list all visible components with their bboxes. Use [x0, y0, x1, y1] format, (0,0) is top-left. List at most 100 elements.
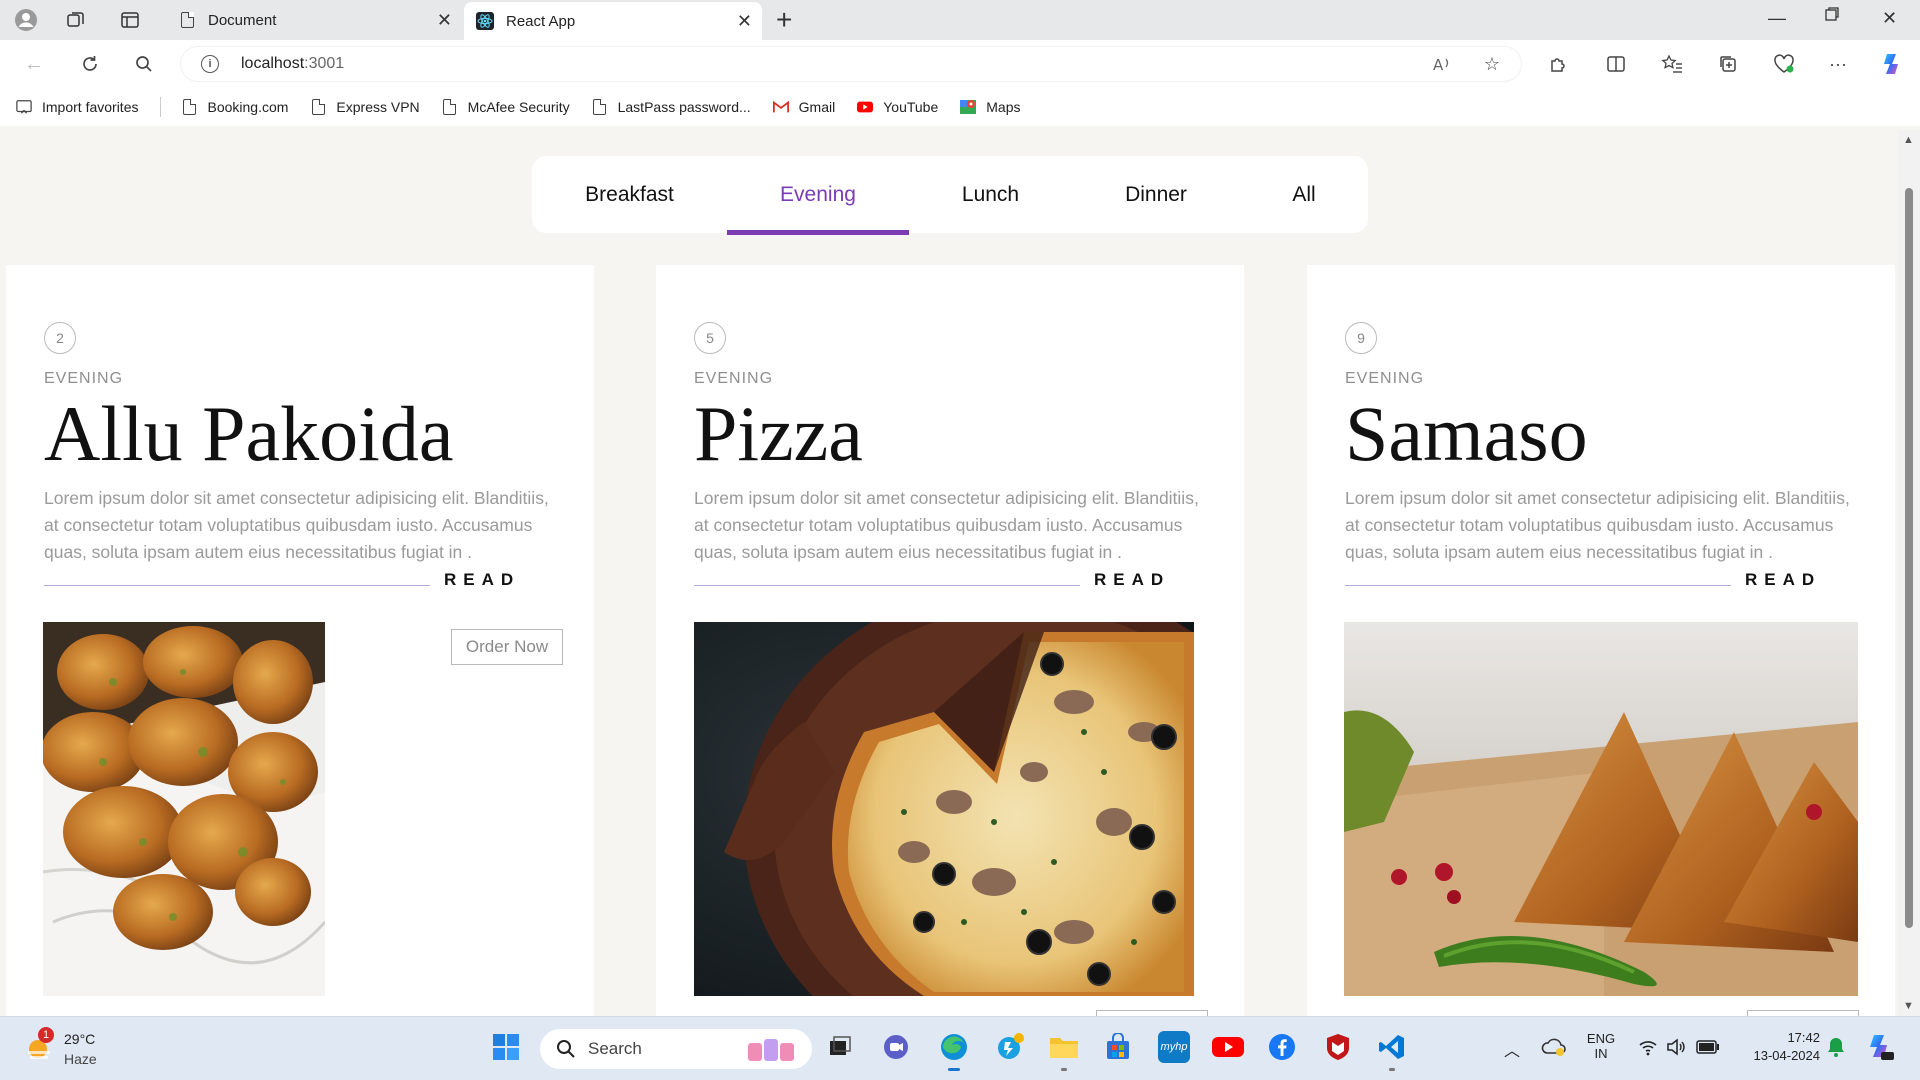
item-title: Allu Pakoida: [44, 390, 454, 477]
facebook-icon[interactable]: [1266, 1031, 1298, 1063]
weather-badge: 1: [38, 1027, 54, 1043]
favorites-icon[interactable]: [1658, 50, 1686, 78]
fav-label: Import favorites: [42, 99, 139, 115]
running-indicator: [1061, 1068, 1067, 1071]
weather-icon[interactable]: 1: [24, 1027, 56, 1063]
order-now-button[interactable]: Order Now: [451, 629, 563, 665]
youtube-taskbar-icon[interactable]: [1212, 1031, 1244, 1063]
onedrive-icon[interactable]: [1538, 1031, 1570, 1063]
clock[interactable]: 17:42 13-04-2024: [1744, 1030, 1821, 1063]
fav-import-favorites[interactable]: Import favorites: [16, 98, 138, 116]
url-field[interactable]: i localhost:3001: [180, 46, 1522, 82]
copilot-preview-icon[interactable]: [1864, 1031, 1896, 1063]
menu-item-evening[interactable]: Evening: [727, 156, 909, 235]
minimize-icon[interactable]: —: [1768, 8, 1786, 29]
browser-essentials-icon[interactable]: [1770, 50, 1798, 78]
split-screen-icon[interactable]: [1602, 50, 1630, 78]
restore-icon[interactable]: [1824, 6, 1840, 27]
menu-item-lunch[interactable]: Lunch: [909, 156, 1072, 233]
fav-label: Booking.com: [207, 99, 289, 115]
fav-youtube[interactable]: YouTube: [857, 98, 938, 116]
fav-lastpass[interactable]: LastPass password...: [592, 98, 751, 116]
taskbar-search-field[interactable]: Search: [540, 1029, 812, 1069]
show-hidden-icons-chevron-icon[interactable]: ︿: [1504, 1037, 1520, 1061]
category-menu: Breakfast Evening Lunch Dinner All: [532, 156, 1368, 235]
food-photo-pizza: [694, 622, 1194, 996]
workspaces-icon[interactable]: [62, 6, 90, 34]
food-card: 9 EVENING Samaso Lorem ipsum dolor sit a…: [1307, 265, 1895, 1016]
page-icon: [592, 98, 608, 116]
refresh-icon[interactable]: [76, 50, 104, 78]
scrollbar-thumb[interactable]: [1905, 188, 1913, 928]
scroll-up-arrow-icon[interactable]: ▲: [1903, 134, 1914, 146]
file-explorer-icon[interactable]: [1048, 1031, 1080, 1071]
site-info-icon[interactable]: i: [201, 55, 219, 73]
youtube-icon: [857, 98, 874, 116]
fav-booking[interactable]: Booking.com: [181, 98, 288, 116]
windows-taskbar: 1 29°C Haze Search myhp ︿ ENG IN 17:42 1…: [0, 1016, 1920, 1080]
menu-item-all[interactable]: All: [1240, 156, 1368, 233]
item-title: Samaso: [1345, 390, 1588, 477]
tab-title: React App: [506, 12, 576, 30]
read-link[interactable]: READ: [444, 570, 520, 590]
back-arrow-icon[interactable]: ←: [20, 50, 48, 78]
food-photo-pakoda: [43, 622, 325, 996]
more-options-icon[interactable]: ···: [1824, 50, 1852, 78]
menu-item-dinner[interactable]: Dinner: [1072, 156, 1240, 233]
fav-mcafee[interactable]: McAfee Security: [442, 98, 570, 116]
running-indicator: [1389, 1068, 1395, 1071]
divider-line: [1345, 585, 1731, 586]
notification-bell-icon[interactable]: [1820, 1031, 1852, 1063]
tab-title: Document: [208, 11, 277, 29]
item-description: Lorem ipsum dolor sit amet consectetur a…: [44, 488, 549, 562]
windows-start-icon[interactable]: [490, 1031, 522, 1063]
collections-icon[interactable]: [1714, 50, 1742, 78]
vscode-icon[interactable]: [1376, 1031, 1408, 1071]
food-card: 5 EVENING Pizza Lorem ipsum dolor sit am…: [656, 265, 1244, 1016]
food-card: 2 EVENING Allu Pakoida Lorem ipsum dolor…: [6, 265, 594, 1016]
battery-icon[interactable]: [1692, 1031, 1724, 1063]
new-tab-plus-icon[interactable]: +: [776, 4, 792, 36]
copilot-icon[interactable]: [1878, 50, 1906, 78]
volume-icon[interactable]: [1660, 1031, 1692, 1063]
copilot-taskbar-icon[interactable]: [994, 1031, 1026, 1063]
fav-label: McAfee Security: [467, 99, 570, 115]
fav-label: LastPass password...: [617, 99, 751, 115]
favorite-star-icon[interactable]: ☆: [1478, 50, 1506, 78]
item-category: EVENING: [694, 370, 774, 387]
read-aloud-icon[interactable]: A: [1428, 50, 1456, 78]
fav-gmail[interactable]: Gmail: [772, 98, 835, 116]
teams-chat-icon[interactable]: [880, 1031, 912, 1063]
active-indicator: [948, 1068, 960, 1071]
search-icon[interactable]: [130, 50, 158, 78]
tab-react-app[interactable]: React App ✕: [464, 2, 762, 40]
tab-document[interactable]: Document ✕: [166, 0, 462, 40]
close-icon[interactable]: ✕: [437, 10, 452, 31]
search-placeholder: Search: [588, 1039, 642, 1058]
microsoft-store-icon[interactable]: [1102, 1031, 1134, 1063]
clock-date: 13-04-2024: [1753, 1048, 1821, 1063]
menu-item-breakfast[interactable]: Breakfast: [532, 156, 727, 233]
page-content: Breakfast Evening Lunch Dinner All 2 EVE…: [0, 130, 1898, 1016]
vertical-tabs-icon[interactable]: [116, 6, 144, 34]
fav-maps[interactable]: Maps: [960, 98, 1020, 116]
read-link[interactable]: READ: [1745, 570, 1821, 590]
window-close-icon[interactable]: ✕: [1882, 8, 1897, 29]
task-view-icon[interactable]: [824, 1031, 856, 1063]
read-link[interactable]: READ: [1094, 570, 1170, 590]
close-icon[interactable]: ✕: [737, 11, 752, 32]
search-icon: [557, 1040, 575, 1058]
language-indicator[interactable]: ENG IN: [1586, 1031, 1616, 1061]
extensions-icon[interactable]: [1544, 50, 1572, 78]
address-bar-row: ← i localhost:3001 A ☆ ···: [0, 40, 1920, 88]
myhp-icon[interactable]: myhp: [1158, 1031, 1190, 1063]
profile-icon[interactable]: [12, 6, 40, 34]
page-scrollbar[interactable]: ▲ ▼: [1898, 130, 1920, 1016]
edge-browser-icon[interactable]: [938, 1031, 970, 1071]
item-category: EVENING: [1345, 370, 1425, 387]
fav-express-vpn[interactable]: Express VPN: [310, 98, 420, 116]
mcafee-icon[interactable]: [1322, 1031, 1354, 1063]
weather-desc: Haze: [64, 1051, 97, 1067]
browser-title-bar: Document ✕ React App ✕ + — ✕: [0, 0, 1920, 40]
scroll-down-arrow-icon[interactable]: ▼: [1903, 1000, 1914, 1012]
